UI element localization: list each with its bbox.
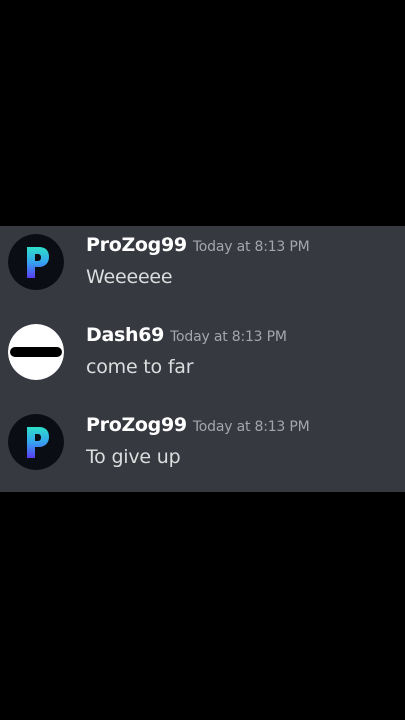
user-avatar[interactable] — [8, 324, 64, 380]
timestamp: Today at 8:13 PM — [170, 329, 287, 345]
letter-p-logo-icon — [8, 234, 64, 290]
black-bar-avatar-icon — [8, 324, 64, 380]
user-avatar[interactable] — [8, 414, 64, 470]
message-item: ProZog99 Today at 8:13 PM Weeeeee — [0, 230, 405, 310]
chat-panel: ProZog99 Today at 8:13 PM Weeeeee Dash69 T… — [0, 226, 405, 492]
user-avatar[interactable] — [8, 234, 64, 290]
letter-p-logo-icon — [8, 414, 64, 470]
timestamp: Today at 8:13 PM — [192, 419, 310, 435]
message-header: Dash69 Today at 8:13 PM — [86, 324, 287, 346]
message-item: Dash69 Today at 8:13 PM come to far — [0, 320, 405, 400]
message-text: Weeeeee — [86, 266, 173, 288]
username[interactable]: Dash69 — [86, 324, 164, 346]
message-item: ProZog99 Today at 8:13 PM To give up — [0, 410, 405, 490]
message-text: come to far — [86, 356, 194, 378]
username[interactable]: ProZog99 — [86, 414, 187, 436]
message-header: ProZog99 Today at 8:13 PM — [86, 234, 310, 256]
message-header: ProZog99 Today at 8:13 PM — [86, 414, 310, 436]
username[interactable]: ProZog99 — [86, 234, 187, 256]
message-text: To give up — [86, 446, 181, 468]
timestamp: Today at 8:13 PM — [192, 239, 310, 255]
